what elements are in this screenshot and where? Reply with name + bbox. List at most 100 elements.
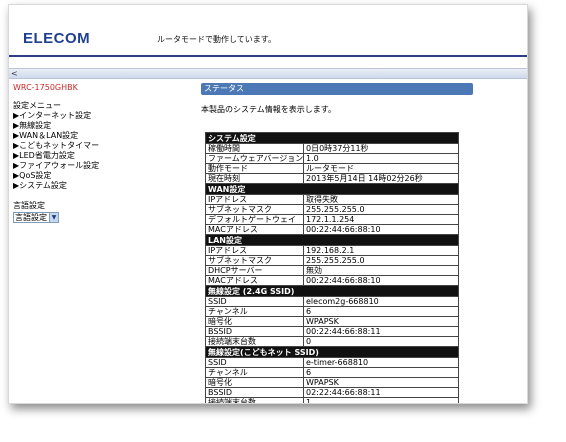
sidebar: WRC-1750GHBK 設定メニュー ▶インターネット設定 ▶無線設定 ▶WA… [13,83,193,223]
menu-internet-settings[interactable]: ▶インターネット設定 [13,111,193,121]
language-select[interactable]: 言語設定 ▼ [13,212,59,223]
table-row: SSID e-timer-668810 [205,357,459,368]
status-description: 本製品のシステム情報を表示します。 [201,105,336,114]
row-label: チャンネル [205,306,304,317]
row-value: 2013年5月14日 14時02分26秒 [303,173,459,184]
table-row: MACアドレス 00:22:44:66:88:10 [205,224,459,235]
row-label: ファームウェアバージョン [205,153,304,164]
section-title: システム設定 [205,132,459,144]
table-row: 暗号化 WPAPSK [205,377,459,388]
main-content: ステータス 本製品のシステム情報を表示します。 [201,83,483,115]
row-label: 接続端末台数 [205,397,304,403]
row-label: BSSID [205,326,304,337]
row-value: 192.168.2.1 [303,245,459,256]
page-header: ELECOM ルータモードで動作しています。 [9,5,527,59]
settings-menu-title: 設定メニュー [13,101,61,110]
row-label: IPアドレス [205,194,304,205]
table-row: IPアドレス 取得失敗 [205,194,459,205]
row-label: IPアドレス [205,245,304,256]
horizontal-scrollbar[interactable]: < [9,68,527,79]
table-row: デフォルトゲートウェイ 172.1.1.254 [205,214,459,225]
model-name: WRC-1750GHBK [13,83,78,92]
menu-wan-lan-settings[interactable]: ▶WAN＆LAN設定 [13,131,193,141]
row-label: サブネットマスク [205,204,304,215]
table-row: 接続端末台数 0 [205,336,459,347]
row-label: 暗号化 [205,316,304,327]
section-title: 無線設定 (2.4G SSID) [205,285,459,297]
row-label: チャンネル [205,367,304,378]
row-label: 動作モード [205,163,304,174]
table-row: MACアドレス 00:22:44:66:88:10 [205,275,459,286]
table-row: チャンネル 6 [205,306,459,317]
table-row: チャンネル 6 [205,367,459,378]
table-row: 稼働時間 0日0時37分11秒 [205,143,459,154]
row-label: SSID [205,296,304,307]
header-divider [9,55,527,57]
row-label: 現在時刻 [205,173,304,184]
row-value: 無効 [303,265,459,276]
section-header-row: 無線設定(こどもネット SSID) [205,346,459,358]
table-row: BSSID 00:22:44:66:88:11 [205,326,459,337]
table-row: SSID elecom2g-668810 [205,296,459,307]
table-row: 動作モード ルータモード [205,163,459,174]
language-settings-title: 言語設定 [13,201,45,210]
section-title: 無線設定(こどもネット SSID) [205,346,459,358]
section-title: LAN設定 [205,234,459,246]
row-value: 0 [303,336,459,347]
scroll-left-icon[interactable]: < [11,69,18,79]
row-label: DHCPサーバー [205,265,304,276]
menu-led-power-settings[interactable]: ▶LED省電力設定 [13,151,193,161]
menu-kids-net-timer[interactable]: ▶こどもネットタイマー [13,141,193,151]
table-row: 暗号化 WPAPSK [205,316,459,327]
status-table: システム設定 稼働時間 0日0時37分11秒 ファームウェアバージョン 1.0 動作モード… [205,132,459,403]
section-header-row: LAN設定 [205,234,459,246]
section-header-row: 無線設定 (2.4G SSID) [205,285,459,297]
chevron-down-icon[interactable]: ▼ [49,213,58,222]
table-row: サブネットマスク 255.255.255.0 [205,255,459,266]
row-value: 1.0 [303,153,459,164]
browser-frame: ELECOM ルータモードで動作しています。 < WRC-1750GHBK 設定… [8,4,528,404]
row-value: 00:22:44:66:88:10 [303,224,459,235]
language-select-value: 言語設定 [15,213,47,222]
row-label: 接続端末台数 [205,336,304,347]
table-row: ファームウェアバージョン 1.0 [205,153,459,164]
elecom-logo: ELECOM [23,30,91,47]
row-value: WPAPSK [303,377,459,388]
row-label: SSID [205,357,304,368]
row-label: BSSID [205,387,304,398]
section-header-row: システム設定 [205,132,459,144]
row-value: 0日0時37分11秒 [303,143,459,154]
row-value: 6 [303,306,459,317]
row-value: 00:22:44:66:88:11 [303,326,459,337]
status-heading: ステータス [201,83,473,95]
row-label: MACアドレス [205,224,304,235]
row-label: 稼働時間 [205,143,304,154]
row-value: 172.1.1.254 [303,214,459,225]
row-value: WPAPSK [303,316,459,327]
section-title: WAN設定 [205,183,459,195]
row-label: サブネットマスク [205,255,304,266]
operation-mode-text: ルータモードで動作しています。 [157,35,276,44]
row-value: elecom2g-668810 [303,296,459,307]
table-row: 現在時刻 2013年5月14日 14時02分26秒 [205,173,459,184]
table-row: DHCPサーバー 無効 [205,265,459,276]
row-value: e-timer-668810 [303,357,459,368]
row-value: 02:22:44:66:88:11 [303,387,459,398]
row-label: 暗号化 [205,377,304,388]
row-label: デフォルトゲートウェイ [205,214,304,225]
table-row: サブネットマスク 255.255.255.0 [205,204,459,215]
table-row: 接続端末台数 1 [205,397,459,403]
table-row: BSSID 02:22:44:66:88:11 [205,387,459,398]
menu-firewall-settings[interactable]: ▶ファイアウォール設定 [13,161,193,171]
menu-system-settings[interactable]: ▶システム設定 [13,181,193,191]
menu-qos-settings[interactable]: ▶QoS設定 [13,171,193,181]
row-value: 00:22:44:66:88:10 [303,275,459,286]
section-header-row: WAN設定 [205,183,459,195]
row-label: MACアドレス [205,275,304,286]
table-row: IPアドレス 192.168.2.1 [205,245,459,256]
row-value: 255.255.255.0 [303,255,459,266]
menu-wireless-settings[interactable]: ▶無線設定 [13,121,193,131]
row-value: ルータモード [303,163,459,174]
row-value: 1 [303,397,459,403]
row-value: 取得失敗 [303,194,459,205]
